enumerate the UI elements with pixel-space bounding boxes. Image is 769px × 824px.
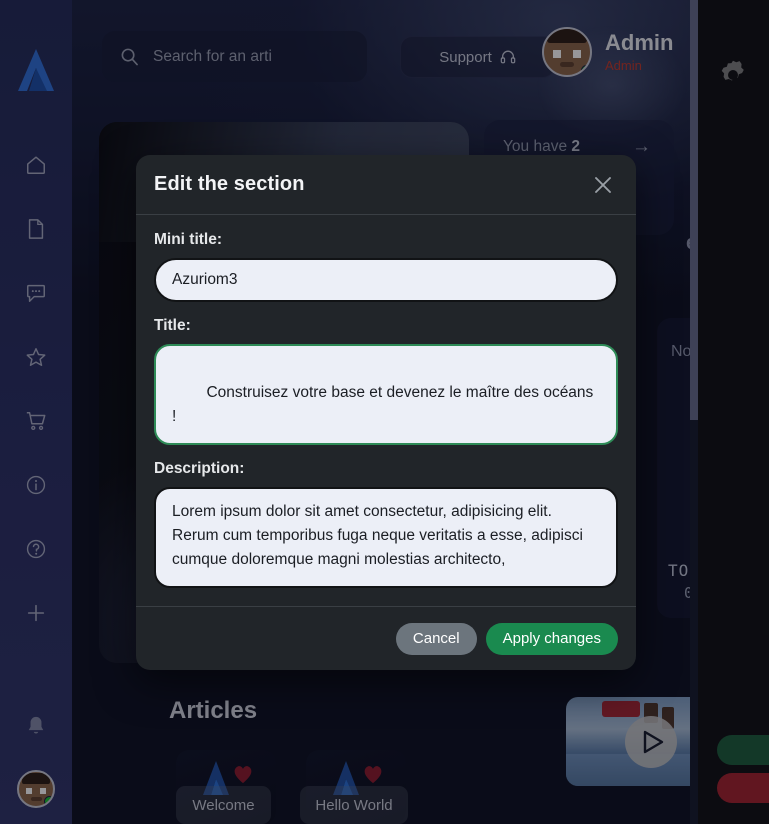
modal-body: Mini title: Title: Construisez votre bas… bbox=[136, 215, 636, 606]
modal-title: Edit the section bbox=[154, 173, 305, 195]
mini-title-input[interactable] bbox=[154, 258, 618, 302]
mini-title-label: Mini title: bbox=[154, 231, 223, 248]
modal-footer: Cancel Apply changes bbox=[136, 606, 636, 670]
cancel-button[interactable]: Cancel bbox=[395, 622, 477, 655]
description-textarea[interactable]: Lorem ipsum dolor sit amet consectetur, … bbox=[154, 487, 618, 588]
close-icon[interactable] bbox=[588, 170, 618, 200]
modal-header: Edit the section bbox=[136, 155, 636, 215]
app-root: You have 2 → es No on ? TOP 3 0vts Artic… bbox=[0, 0, 769, 824]
description-label: Description: bbox=[154, 460, 245, 477]
apply-changes-button[interactable]: Apply changes bbox=[485, 622, 618, 655]
title-label: Title: bbox=[154, 317, 191, 334]
title-line-1: Construisez votre base et devenez le maî… bbox=[172, 384, 598, 425]
edit-section-modal: Edit the section Mini title: Title: Cons… bbox=[136, 155, 636, 670]
close-x-icon bbox=[595, 176, 611, 193]
title-textarea[interactable]: Construisez votre base et devenez le maî… bbox=[154, 344, 618, 445]
